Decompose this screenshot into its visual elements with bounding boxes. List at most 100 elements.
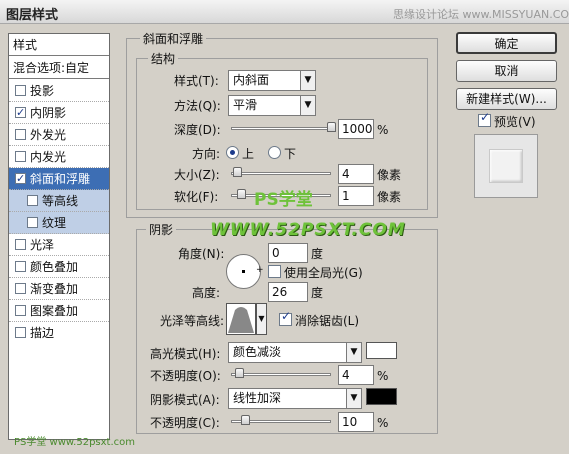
style-item-checkbox[interactable]: [15, 261, 26, 272]
shadow-opacity-label: 不透明度(C):: [150, 416, 220, 430]
style-item-checkbox[interactable]: [15, 129, 26, 140]
shadow-opacity-thumb[interactable]: [240, 415, 250, 425]
anti-alias-label: 消除锯齿(L): [295, 314, 360, 328]
highlight-mode-value: 颜色减淡: [233, 345, 282, 359]
highlight-mode-dropdown[interactable]: 颜色减淡 ▼: [228, 342, 362, 363]
blend-options-item[interactable]: 混合选项:自定: [9, 57, 109, 79]
preview-checkbox[interactable]: [478, 110, 491, 127]
size-input[interactable]: 4: [338, 164, 374, 184]
depth-label: 深度(D):: [174, 123, 221, 137]
style-item-label: 纹理: [42, 216, 67, 230]
ok-button[interactable]: 确定: [456, 32, 557, 54]
styles-header[interactable]: 样式: [9, 34, 109, 56]
cancel-button[interactable]: 取消: [456, 60, 557, 82]
style-item-checkbox[interactable]: [15, 168, 26, 190]
new-style-button[interactable]: 新建样式(W)...: [456, 88, 557, 110]
style-item-11[interactable]: 描边: [9, 322, 109, 344]
style-item-8[interactable]: 颜色叠加: [9, 256, 109, 278]
style-item-checkbox[interactable]: [15, 327, 26, 338]
style-item-label: 内阴影: [30, 106, 67, 120]
style-item-5[interactable]: 等高线: [9, 190, 109, 212]
angle-unit: 度: [311, 247, 324, 261]
style-item-7[interactable]: 光泽: [9, 234, 109, 256]
style-item-label: 外发光: [30, 128, 67, 142]
chevron-down-icon[interactable]: ▼: [256, 303, 267, 335]
style-item-checkbox[interactable]: [15, 151, 26, 162]
window-title: 图层样式: [6, 8, 59, 23]
style-item-1[interactable]: 内阴影: [9, 102, 109, 124]
angle-label: 角度(N):: [178, 247, 225, 261]
style-item-checkbox[interactable]: [27, 195, 38, 206]
highlight-opacity-track[interactable]: [231, 373, 331, 376]
style-item-10[interactable]: 图案叠加: [9, 300, 109, 322]
watermark-ps-school: PS学堂: [254, 190, 313, 210]
style-item-3[interactable]: 内发光: [9, 146, 109, 168]
soften-input[interactable]: 1: [338, 186, 374, 206]
shadow-color-swatch[interactable]: [366, 388, 397, 405]
shadow-mode-dropdown[interactable]: 线性加深 ▼: [228, 388, 362, 409]
style-item-checkbox[interactable]: [27, 217, 38, 228]
gloss-contour-picker[interactable]: [226, 303, 256, 335]
style-item-checkbox[interactable]: [15, 305, 26, 316]
style-item-label: 内发光: [30, 150, 67, 164]
size-label: 大小(Z):: [174, 168, 220, 182]
size-slider-track[interactable]: [231, 172, 331, 175]
anti-alias-checkbox[interactable]: [279, 309, 292, 326]
shading-title: 阴影: [146, 221, 177, 238]
size-slider-thumb[interactable]: [232, 167, 242, 177]
style-item-2[interactable]: 外发光: [9, 124, 109, 146]
contour-curve-icon: [228, 307, 254, 333]
style-item-checkbox[interactable]: [15, 239, 26, 250]
style-item-label: 渐变叠加: [30, 282, 79, 296]
style-item-4[interactable]: 斜面和浮雕: [9, 168, 109, 190]
style-item-6[interactable]: 纹理: [9, 212, 109, 234]
shadow-opacity-unit: %: [377, 416, 389, 430]
style-item-0[interactable]: 投影: [9, 80, 109, 102]
soften-unit: 像素: [377, 190, 402, 204]
style-item-label: 等高线: [42, 194, 79, 208]
highlight-color-swatch[interactable]: [366, 342, 397, 359]
technique-dropdown[interactable]: 平滑 ▼: [228, 95, 316, 116]
chevron-down-icon: ▼: [346, 343, 361, 362]
styles-list: 样式 混合选项:自定 投影内阴影外发光内发光斜面和浮雕等高线纹理光泽颜色叠加渐变…: [8, 33, 110, 440]
style-label: 样式(T):: [174, 74, 219, 88]
watermark-bottom: PS学堂 www.52psxt.com: [14, 437, 136, 448]
highlight-opacity-label: 不透明度(O):: [150, 369, 221, 383]
style-item-label: 光泽: [30, 238, 55, 252]
depth-unit: %: [377, 123, 389, 137]
angle-dial-center: [242, 270, 245, 273]
gloss-contour-label: 光泽等高线:: [160, 314, 225, 328]
direction-up-label: 上: [242, 147, 255, 161]
style-item-label: 投影: [30, 84, 55, 98]
watermark-url: WWW.52PSXT.COM: [210, 220, 406, 240]
altitude-unit: 度: [311, 286, 324, 300]
soften-label: 软化(F):: [174, 190, 219, 204]
global-light-checkbox[interactable]: [268, 265, 281, 278]
crosshair-icon: +: [256, 265, 264, 275]
depth-slider-thumb[interactable]: [327, 122, 336, 132]
highlight-opacity-input[interactable]: 4: [338, 365, 374, 385]
direction-up-radio[interactable]: [226, 146, 239, 159]
highlight-opacity-thumb[interactable]: [234, 368, 244, 378]
style-item-label: 斜面和浮雕: [30, 172, 91, 186]
angle-input[interactable]: 0: [268, 243, 308, 263]
depth-slider-track[interactable]: [231, 127, 331, 130]
style-item-checkbox[interactable]: [15, 85, 26, 96]
preview-swatch: [474, 134, 538, 198]
angle-dial[interactable]: +: [226, 254, 264, 289]
technique-label: 方法(Q):: [174, 99, 221, 113]
direction-label: 方向:: [192, 147, 221, 161]
altitude-input[interactable]: 26: [268, 282, 308, 302]
global-light-label: 使用全局光(G): [284, 266, 363, 280]
direction-down-radio[interactable]: [268, 146, 281, 159]
style-value: 内斜面: [233, 73, 270, 87]
style-dropdown[interactable]: 内斜面 ▼: [228, 70, 316, 91]
style-item-checkbox[interactable]: [15, 283, 26, 294]
depth-input[interactable]: 1000: [338, 119, 374, 139]
soften-slider-thumb[interactable]: [236, 189, 246, 199]
style-item-9[interactable]: 渐变叠加: [9, 278, 109, 300]
shadow-opacity-input[interactable]: 10: [338, 412, 374, 432]
style-item-label: 图案叠加: [30, 304, 79, 318]
style-item-checkbox[interactable]: [15, 102, 26, 124]
shadow-mode-value: 线性加深: [233, 391, 282, 405]
